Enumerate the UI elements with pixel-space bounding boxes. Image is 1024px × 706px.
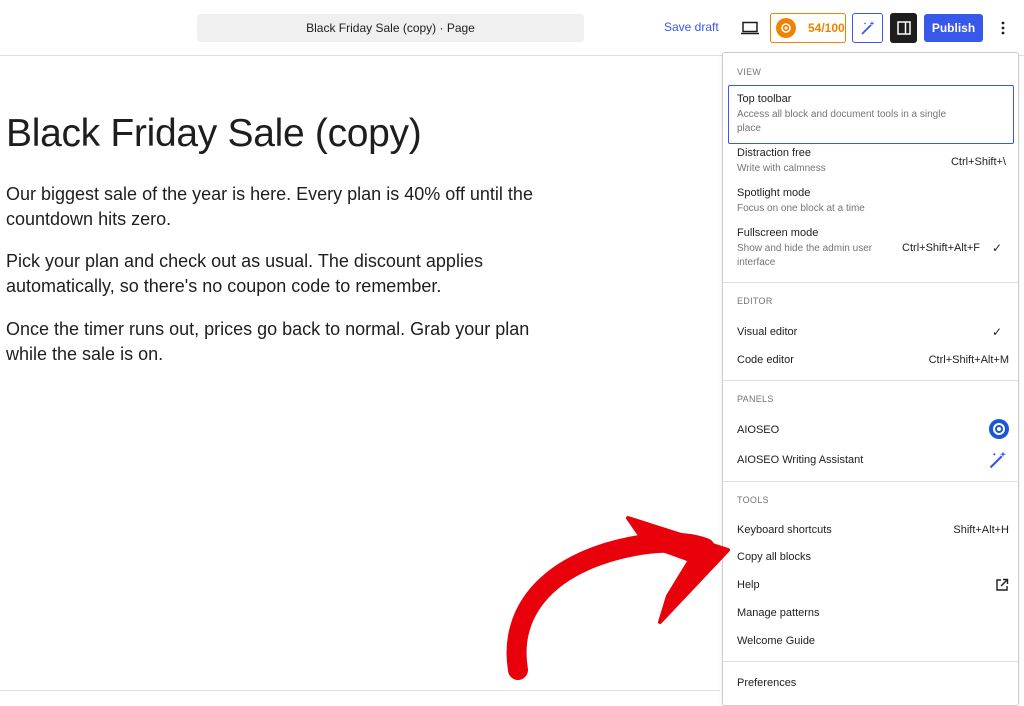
aioseo-logo-icon	[989, 419, 1009, 439]
options-menu-button[interactable]	[994, 14, 1012, 42]
item-description: Focus on one block at a time	[737, 203, 865, 214]
paragraph-block[interactable]: Our biggest sale of the year is here. Ev…	[6, 182, 566, 232]
menu-item-manage-patterns[interactable]: Manage patterns	[737, 607, 1006, 619]
external-link-icon	[996, 578, 1009, 591]
group-label-editor: Editor	[737, 296, 773, 306]
save-draft-button[interactable]: Save draft	[664, 20, 719, 34]
shortcut-label: Ctrl+Shift+Alt+F	[902, 242, 980, 254]
item-label: Help	[737, 579, 760, 591]
item-label: Manage patterns	[737, 607, 820, 619]
item-label: Copy all blocks	[737, 551, 811, 563]
item-description: Show and hide the admin user interface	[737, 243, 873, 268]
item-label: Visual editor	[737, 326, 798, 338]
item-label: Fullscreen mode	[737, 227, 819, 239]
seo-score-value: 54/100	[808, 21, 845, 35]
menu-item-welcome-guide[interactable]: Welcome Guide	[737, 635, 1006, 647]
menu-item-keyboard-shortcuts[interactable]: Keyboard shortcuts Shift+Alt+H	[737, 524, 1009, 536]
menu-item-preferences[interactable]: Preferences	[737, 677, 1006, 689]
post-title[interactable]: Black Friday Sale (copy)	[6, 112, 422, 156]
menu-item-fullscreen-mode[interactable]: Fullscreen mode Show and hide the admin …	[737, 227, 1006, 270]
menu-item-spotlight-mode[interactable]: Spotlight mode Focus on one block at a t…	[737, 187, 1006, 216]
document-title-bar[interactable]: Black Friday Sale (copy) · Page	[197, 14, 584, 42]
magic-wand-icon	[860, 21, 874, 35]
menu-item-aioseo-panel[interactable]: AIOSEO	[737, 419, 1009, 439]
menu-item-copy-all-blocks[interactable]: Copy all blocks	[737, 551, 1006, 563]
shortcut-label: Ctrl+Shift+Alt+M	[928, 354, 1009, 366]
options-dropdown-menu: View Top toolbar Access all block and do…	[722, 52, 1019, 706]
checkmark-icon: ✓	[991, 241, 1002, 255]
menu-item-distraction-free[interactable]: Distraction free Write with calmness Ctr…	[737, 147, 1006, 176]
vertical-ellipsis-icon	[1001, 21, 1005, 35]
item-label: AIOSEO Writing Assistant	[737, 454, 864, 466]
menu-divider	[723, 481, 1018, 482]
menu-item-writing-assistant-panel[interactable]: AIOSEO Writing Assistant	[737, 451, 1006, 469]
group-label-view: View	[737, 67, 762, 77]
editor-header: Black Friday Sale (copy) · Page Save dra…	[0, 0, 1024, 56]
item-label: AIOSEO	[737, 424, 780, 436]
item-label: Top toolbar	[737, 93, 792, 105]
magic-wand-icon	[989, 451, 1006, 469]
desktop-icon	[741, 21, 759, 35]
menu-item-help[interactable]: Help	[737, 578, 1009, 591]
writing-assistant-button[interactable]	[852, 13, 883, 43]
menu-item-top-toolbar[interactable]: Top toolbar Access all block and documen…	[737, 93, 1006, 136]
paragraph-block[interactable]: Pick your plan and check out as usual. T…	[6, 249, 566, 299]
item-description: Access all block and document tools in a…	[737, 109, 947, 134]
checkmark-icon: ✓	[991, 325, 1002, 339]
settings-sidebar-toggle[interactable]	[890, 13, 917, 43]
publish-button[interactable]: Publish	[924, 14, 983, 42]
item-label: Preferences	[737, 677, 797, 689]
item-label: Spotlight mode	[737, 187, 811, 199]
menu-item-code-editor[interactable]: Code editor Ctrl+Shift+Alt+M	[737, 354, 1009, 366]
menu-divider	[723, 380, 1018, 381]
shortcut-label: Shift+Alt+H	[953, 524, 1009, 536]
footer-divider	[0, 690, 720, 691]
group-label-panels: Panels	[737, 394, 774, 404]
annotation-arrow	[506, 516, 730, 680]
item-label: Welcome Guide	[737, 635, 816, 647]
aioseo-score-button[interactable]: 54/100	[770, 13, 846, 43]
menu-divider	[723, 661, 1018, 662]
menu-item-visual-editor[interactable]: Visual editor ✓	[737, 325, 1006, 339]
menu-divider	[723, 282, 1018, 283]
sidebar-toggle-icon	[896, 21, 911, 35]
shortcut-label: Ctrl+Shift+\	[950, 156, 1006, 168]
paragraph-block[interactable]: Once the timer runs out, prices go back …	[6, 317, 566, 367]
preview-button[interactable]	[739, 15, 761, 41]
aioseo-logo-icon	[776, 18, 796, 38]
